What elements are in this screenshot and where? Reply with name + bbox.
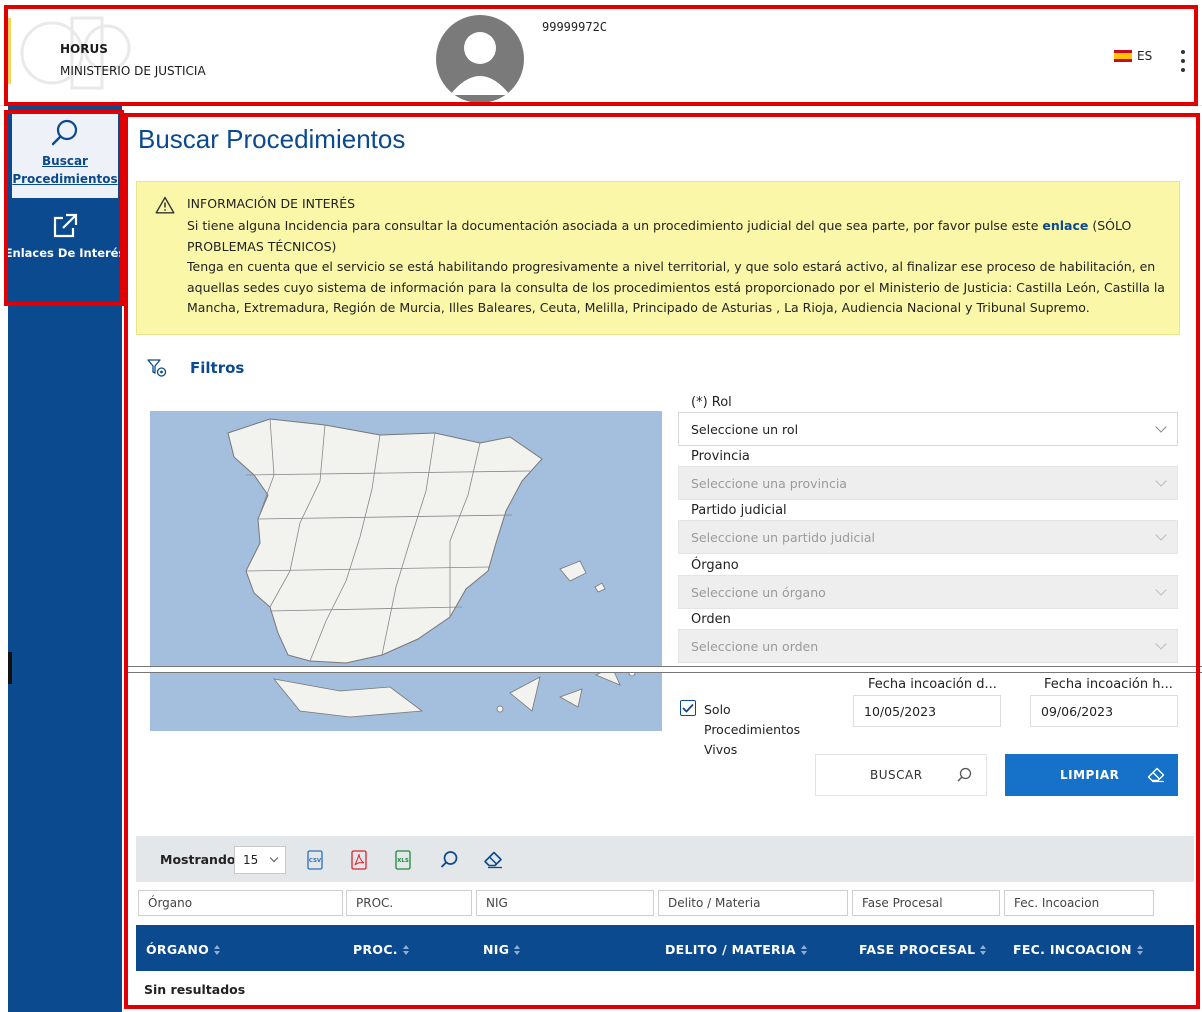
table-header: ÓRGANO PROC. NIG DELITO / MATERIA FASE P… (136, 925, 1194, 971)
column-header-label: DELITO / MATERIA (665, 942, 796, 957)
fecha-hasta-label: Fecha incoación h... (1044, 677, 1173, 692)
header-accent-bar (8, 18, 11, 84)
sort-icon (1136, 944, 1143, 955)
rol-select[interactable]: Seleccione un rol (678, 412, 1178, 446)
limpiar-button[interactable]: LIMPIAR (1005, 754, 1178, 796)
csv-icon[interactable]: CSV (304, 848, 326, 872)
buscar-button-label: BUSCAR (870, 768, 923, 782)
xls-icon[interactable]: XLS (392, 848, 414, 872)
search-icon[interactable] (438, 848, 460, 872)
page-size-select[interactable]: 15 (234, 846, 286, 874)
filter-fecha-input[interactable]: Fec. Incoacion (1004, 890, 1154, 916)
column-header-fecha[interactable]: FEC. INCOACION (1013, 942, 1143, 957)
filter-proc-input[interactable]: PROC. (346, 890, 472, 916)
chevron-down-icon (1155, 421, 1167, 433)
solo-vivos-label: Solo Procedimientos Vivos (704, 702, 801, 757)
rol-label: (*) Rol (691, 395, 732, 410)
svg-text:XLS: XLS (397, 858, 409, 864)
column-header-label: FEC. INCOACION (1013, 942, 1132, 957)
brand-ministry: MINISTERIO DE JUSTICIA (60, 64, 206, 78)
user-silhouette-icon (450, 32, 510, 95)
fecha-desde-input[interactable]: 10/05/2023 (853, 695, 1001, 727)
filter-settings-icon (147, 359, 167, 377)
partido-judicial-label: Partido judicial (691, 503, 787, 518)
spain-map[interactable] (150, 411, 662, 731)
table-toolbar: Mostrando 15 CSV XLS (136, 836, 1194, 882)
page-title: Buscar Procedimientos (138, 124, 406, 154)
eraser-icon[interactable] (482, 848, 504, 872)
column-header-label: ÓRGANO (146, 942, 210, 957)
column-header-label: PROC. (353, 942, 398, 957)
filters-header[interactable]: Filtros (146, 358, 244, 378)
column-header-nig[interactable]: NIG (483, 942, 521, 957)
column-header-label: NIG (483, 942, 510, 957)
info-alert: INFORMACIÓN DE INTERÉS Si tiene alguna I… (136, 181, 1180, 335)
more-options-icon[interactable] (1176, 50, 1190, 80)
eraser-icon (1147, 767, 1165, 783)
sort-icon (402, 944, 409, 955)
fecha-desde-label: Fecha incoación d... (868, 677, 997, 692)
column-header-proc[interactable]: PROC. (353, 942, 409, 957)
spain-flag-icon (1114, 50, 1132, 62)
checkmark-icon (682, 703, 694, 713)
user-id: 99999972C (542, 20, 608, 34)
filter-fase-input[interactable]: Fase Procesal (852, 890, 1000, 916)
filter-organo-input[interactable]: Órgano (138, 890, 343, 916)
sort-icon (980, 944, 987, 955)
filters-label: Filtros (190, 359, 245, 377)
provincia-label: Provincia (691, 449, 750, 464)
page-size-value: 15 (243, 853, 259, 867)
alert-body: Si tiene alguna Incidencia para consulta… (187, 216, 1167, 319)
column-header-organo[interactable]: ÓRGANO (146, 942, 221, 957)
fecha-hasta-input[interactable]: 09/06/2023 (1030, 695, 1178, 727)
spain-map-graphic (227, 418, 636, 718)
chevron-down-icon (1155, 529, 1167, 541)
sort-icon (514, 944, 521, 955)
app-header: HORUS MINISTERIO DE JUSTICIA 99999972C E… (0, 0, 1202, 106)
buscar-button[interactable]: BUSCAR (815, 754, 987, 796)
mostrando-label: Mostrando (160, 852, 236, 867)
pdf-icon[interactable] (348, 848, 370, 872)
partido-judicial-select[interactable]: Seleccione un partido judicial (678, 520, 1178, 554)
sort-icon (800, 944, 807, 955)
table-empty-message: Sin resultados (144, 982, 246, 997)
organo-select-value: Seleccione un órgano (691, 584, 826, 600)
incidencia-link[interactable]: enlace (1042, 218, 1088, 233)
sidebar-highlight (4, 110, 124, 306)
column-header-label: FASE PROCESAL (859, 942, 976, 957)
orden-select-value: Seleccione un orden (691, 638, 819, 654)
warning-icon (155, 196, 175, 214)
provincia-select-value: Seleccione una provincia (691, 475, 847, 491)
window-edge-marker (8, 652, 12, 684)
brand-name: HORUS (60, 42, 108, 56)
organo-label: Órgano (691, 558, 739, 573)
column-header-delito[interactable]: DELITO / MATERIA (665, 942, 807, 957)
alert-text: Si tiene alguna Incidencia para consulta… (187, 218, 1043, 233)
provincia-select[interactable]: Seleccione una provincia (678, 466, 1178, 500)
filter-nig-input[interactable]: NIG (476, 890, 654, 916)
partido-judicial-select-value: Seleccione un partido judicial (691, 529, 876, 545)
svg-text:CSV: CSV (309, 858, 322, 864)
chevron-down-icon (269, 853, 279, 863)
chevron-down-icon (1155, 475, 1167, 487)
solo-vivos-checkbox[interactable] (680, 700, 696, 716)
filter-delito-input[interactable]: Delito / Materia (658, 890, 848, 916)
screen-divider (124, 666, 1202, 673)
orden-select[interactable]: Seleccione un orden (678, 629, 1178, 663)
alert-heading: INFORMACIÓN DE INTERÉS (187, 196, 356, 211)
column-header-fase[interactable]: FASE PROCESAL (859, 942, 987, 957)
search-icon (957, 767, 972, 782)
orden-label: Orden (691, 612, 731, 627)
chevron-down-icon (1155, 638, 1167, 650)
rol-select-value: Seleccione un rol (691, 421, 799, 437)
language-selector[interactable]: ES (1114, 49, 1152, 63)
chevron-down-icon (1155, 584, 1167, 596)
limpiar-button-label: LIMPIAR (1060, 768, 1120, 782)
language-code: ES (1137, 49, 1153, 63)
organo-select[interactable]: Seleccione un órgano (678, 575, 1178, 609)
sort-icon (214, 944, 221, 955)
alert-text: Tenga en cuenta que el servicio se está … (187, 259, 1165, 315)
user-avatar[interactable] (436, 15, 524, 103)
